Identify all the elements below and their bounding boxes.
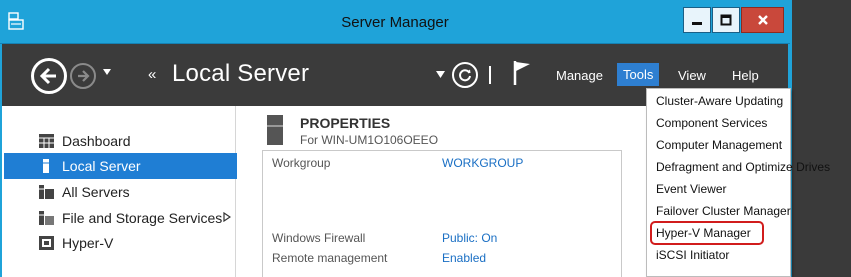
menu-tools[interactable]: Tools [617, 63, 660, 86]
sidebar-item-label: All Servers [62, 184, 130, 200]
title-bar: Server Manager [0, 0, 790, 44]
sidebar-item-label: Hyper-V [62, 235, 114, 251]
header-separator [489, 66, 491, 84]
menu-item-iscsi-initiator[interactable]: iSCSI Initiator [656, 248, 729, 262]
refresh-icon [459, 69, 471, 82]
sidebar-item-dashboard[interactable]: Dashboard [4, 128, 237, 154]
menu-item-cluster-aware-updating[interactable]: Cluster-Aware Updating [656, 94, 783, 108]
close-button[interactable] [741, 7, 784, 33]
sidebar-item-file-storage[interactable]: File and Storage Services [4, 205, 237, 231]
file-storage-icon [39, 211, 54, 225]
history-dropdown-icon[interactable] [102, 67, 112, 77]
property-value-workgroup[interactable]: WORKGROUP [442, 156, 523, 170]
property-key-firewall: Windows Firewall [272, 231, 366, 245]
property-value-remote-management[interactable]: Enabled [442, 251, 486, 265]
minimize-icon [692, 22, 702, 25]
back-button[interactable] [31, 58, 67, 94]
menu-manage[interactable]: Manage [556, 68, 603, 83]
close-icon [757, 15, 768, 25]
local-server-icon [43, 159, 49, 173]
breadcrumb-chevron-icon: « [148, 66, 157, 83]
hyper-v-manager-highlight [650, 221, 764, 245]
sidebar-item-label: File and Storage Services [62, 210, 223, 226]
all-servers-icon [39, 185, 54, 199]
refresh-button[interactable] [452, 62, 478, 88]
menu-item-defragment[interactable]: Defragment and Optimize Drives [656, 160, 830, 174]
sidebar-item-label: Dashboard [62, 133, 131, 149]
hyper-v-icon [39, 236, 54, 250]
menu-view[interactable]: View [678, 68, 706, 83]
chevron-right-icon[interactable] [223, 212, 231, 222]
menu-item-failover-cluster-manager[interactable]: Failover Cluster Manager [656, 204, 791, 218]
minimize-button[interactable] [683, 7, 711, 33]
menu-item-computer-management[interactable]: Computer Management [656, 138, 782, 152]
forward-arrow-icon [78, 70, 90, 82]
sidebar-item-all-servers[interactable]: All Servers [4, 179, 237, 205]
menu-help[interactable]: Help [732, 68, 759, 83]
property-key-workgroup: Workgroup [272, 156, 331, 170]
menu-item-component-services[interactable]: Component Services [656, 116, 767, 130]
property-key-remote-management: Remote management [272, 251, 388, 265]
background-window-edge [790, 0, 851, 277]
properties-title: PROPERTIES [300, 115, 391, 131]
forward-button[interactable] [70, 63, 96, 89]
maximize-icon [720, 14, 732, 26]
title-dropdown-icon[interactable] [436, 71, 445, 78]
page-title: Local Server [172, 60, 310, 87]
property-value-firewall[interactable]: Public: On [442, 231, 497, 245]
server-icon [267, 115, 283, 145]
notifications-flag-icon[interactable] [512, 60, 532, 86]
sidebar: Dashboard Local Server All Servers File … [0, 106, 237, 277]
back-arrow-icon [39, 67, 56, 85]
sidebar-item-label: Local Server [62, 158, 141, 174]
properties-subtitle: For WIN-UM1O106OEEO [300, 133, 439, 147]
maximize-button[interactable] [712, 7, 740, 33]
sidebar-item-local-server[interactable]: Local Server [4, 153, 237, 179]
menu-item-event-viewer[interactable]: Event Viewer [656, 182, 726, 196]
window-title: Server Manager [341, 14, 449, 31]
dashboard-icon [39, 134, 54, 148]
sidebar-item-hyper-v[interactable]: Hyper-V [4, 230, 237, 256]
